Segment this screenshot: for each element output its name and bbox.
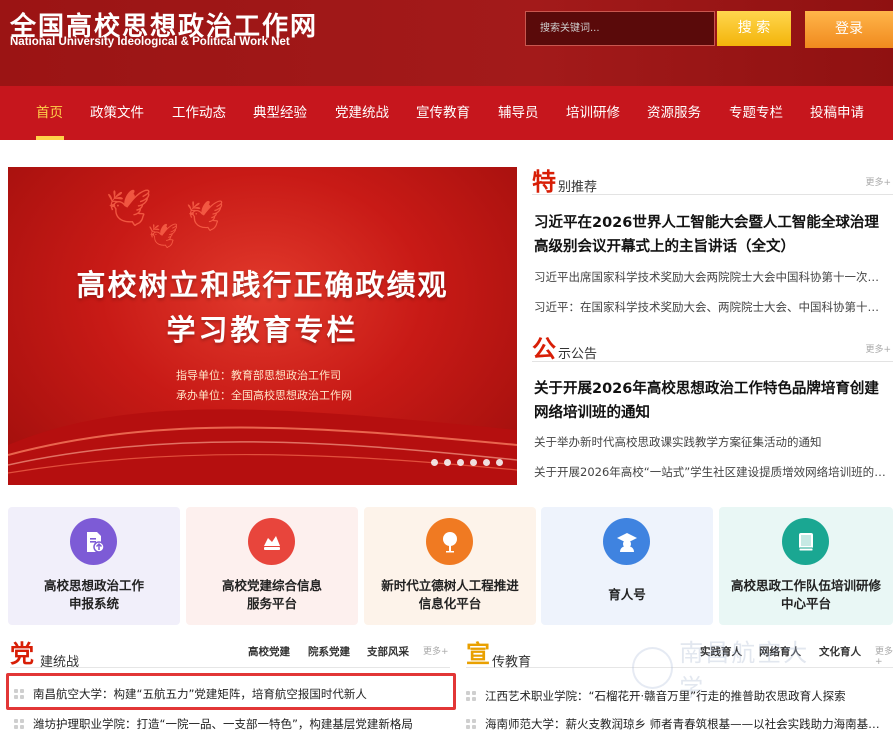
notice-section-header: 公 示公告 更多+ — [532, 334, 893, 363]
carousel-dot[interactable] — [470, 459, 477, 466]
nav-item-policy[interactable]: 政策文件 — [90, 86, 144, 140]
publicity-section-title: 传教育 — [492, 655, 532, 670]
platform-card-label: 高校党建综合信息 服务平台 — [221, 578, 322, 611]
dove-icon: 🕊 — [106, 188, 152, 229]
document-upload-icon — [70, 518, 117, 565]
login-button[interactable]: 登录 — [805, 11, 893, 48]
search-button[interactable]: 搜 索 — [717, 11, 791, 46]
site-header: 全国高校思想政治工作网 National University Ideologi… — [0, 0, 893, 86]
dove-icon: 🕊 — [186, 199, 225, 234]
notice-news-item[interactable]: 关于开展2026年高校“一站式”学生社区建设提质增效网络培训班的通知 — [534, 464, 886, 480]
publicity-more-link[interactable]: 更多+ — [875, 644, 893, 667]
bullet-icon — [466, 719, 477, 730]
platform-card-training-center[interactable]: 高校思政工作队伍培训研修 中心平台 — [719, 507, 893, 625]
nav-item-submit[interactable]: 投稿申请 — [810, 86, 864, 140]
party-more-link[interactable]: 更多+ — [423, 644, 449, 657]
featured-section-icon: 特 — [532, 167, 556, 196]
carousel-dot[interactable] — [483, 459, 490, 466]
nav-item-training[interactable]: 培训研修 — [566, 86, 620, 140]
list-item[interactable]: 江西艺术职业学院：“石榴花开·赣音万里”行走的推普助农思政育人探索 — [466, 688, 891, 704]
platform-card-party[interactable]: 高校党建综合信息 服务平台 — [186, 507, 358, 625]
site-logo-subtitle: National University Ideological & Politi… — [10, 36, 290, 48]
nav-item-counselor[interactable]: 辅导员 — [498, 86, 539, 140]
university-watermark: 南昌航空大学 — [632, 639, 832, 702]
tab-department-party[interactable]: 院系党建 — [308, 644, 350, 659]
nav-item-party-building[interactable]: 党建统战 — [335, 86, 389, 140]
nav-item-publicity[interactable]: 宣传教育 — [416, 86, 470, 140]
notice-more-link[interactable]: 更多+ — [865, 342, 891, 355]
main-nav: 首页 政策文件 工作动态 典型经验 党建统战 宣传教育 辅导员 培训研修 资源服… — [0, 86, 893, 140]
notice-headline[interactable]: 关于开展2026年高校思想政治工作特色品牌培育创建网络培训班的通知 — [534, 377, 886, 425]
platform-card-label: 育人号 — [608, 587, 646, 602]
platform-card-label: 高校思想政治工作 申报系统 — [43, 578, 144, 611]
notice-section-icon: 公 — [532, 334, 556, 363]
platform-card-declaration[interactable]: 高校思想政治工作 申报系统 — [8, 507, 180, 625]
featured-more-link[interactable]: 更多+ — [865, 175, 891, 188]
platform-card-label: 高校思政工作队伍培训研修 中心平台 — [730, 578, 881, 611]
nav-active-indicator — [36, 136, 64, 140]
notice-section-title: 示公告 — [558, 347, 598, 362]
carousel-dot[interactable] — [457, 459, 464, 466]
list-item[interactable]: 潍坊护理职业学院：打造“一院一品、一支部一特色”，构建基层党建新格局 — [14, 716, 449, 732]
nav-item-home[interactable]: 首页 — [36, 86, 63, 140]
featured-news-item[interactable]: 习近平出席国家科学技术奖励大会两院院士大会中国科协第十一次全国代表大会 — [534, 269, 886, 285]
featured-news-item[interactable]: 习近平：在国家科学技术奖励大会、两院院士大会、中国科协第十一次全国代表大会上的讲… — [534, 299, 886, 315]
search-input[interactable] — [526, 12, 714, 45]
notice-news-item[interactable]: 关于举办新时代高校思政课实践教学方案征集活动的通知 — [534, 434, 886, 450]
featured-section-header: 特 别推荐 更多+ — [532, 167, 893, 196]
carousel-dot[interactable] — [431, 459, 438, 466]
nav-item-special[interactable]: 专题专栏 — [729, 86, 783, 140]
nav-item-resources[interactable]: 资源服务 — [647, 86, 701, 140]
party-section-title: 建统战 — [40, 655, 80, 670]
dove-icon: 🕊 — [148, 222, 179, 250]
publicity-section-icon: 宣 — [466, 639, 490, 668]
carousel-indicators — [431, 459, 503, 466]
tab-branch-style[interactable]: 支部风采 — [367, 644, 409, 659]
featured-section-title: 别推荐 — [558, 180, 598, 195]
highlight-box — [6, 673, 456, 710]
list-item[interactable]: 海南师范大学：薪火支教润琼乡 师者青春筑根基——以社会实践助力海南基础教育 — [466, 716, 891, 732]
banner-title-line1: 高校树立和践行正确政绩观 — [76, 268, 449, 302]
banner-wave-decoration — [8, 409, 517, 485]
featured-headline[interactable]: 习近平在2026世界人工智能大会暨人工智能全球治理高级别会议开幕式上的主旨讲话（… — [534, 211, 886, 259]
graduate-icon — [603, 518, 650, 565]
party-section-header: 党 建统战 高校党建 院系党建 支部风采 更多+ — [10, 637, 450, 670]
university-seal-icon — [632, 647, 674, 689]
banner-carousel[interactable]: 🕊 🕊 🕊 高校树立和践行正确政绩观 学习教育专栏 指导单位：教育部思想政治工作… — [8, 167, 517, 485]
carousel-dot[interactable] — [444, 459, 451, 466]
bullet-icon — [466, 691, 477, 702]
tab-university-party[interactable]: 高校党建 — [248, 644, 290, 659]
book-icon — [782, 518, 829, 565]
nav-item-work-news[interactable]: 工作动态 — [172, 86, 226, 140]
platform-card-label: 新时代立德树人工程推进 信息化平台 — [381, 578, 519, 611]
banner-title-line2: 学习教育专栏 — [166, 313, 359, 347]
party-section-icon: 党 — [10, 639, 34, 668]
carousel-dot[interactable] — [496, 459, 503, 466]
tree-icon — [426, 518, 473, 565]
platform-card-lideshuren[interactable]: 新时代立德树人工程推进 信息化平台 — [364, 507, 536, 625]
platform-card-yurenhao[interactable]: 育人号 — [541, 507, 713, 625]
party-emblem-icon — [248, 518, 295, 565]
bullet-icon — [14, 719, 25, 730]
nav-item-experience[interactable]: 典型经验 — [253, 86, 307, 140]
search-box — [525, 11, 715, 46]
